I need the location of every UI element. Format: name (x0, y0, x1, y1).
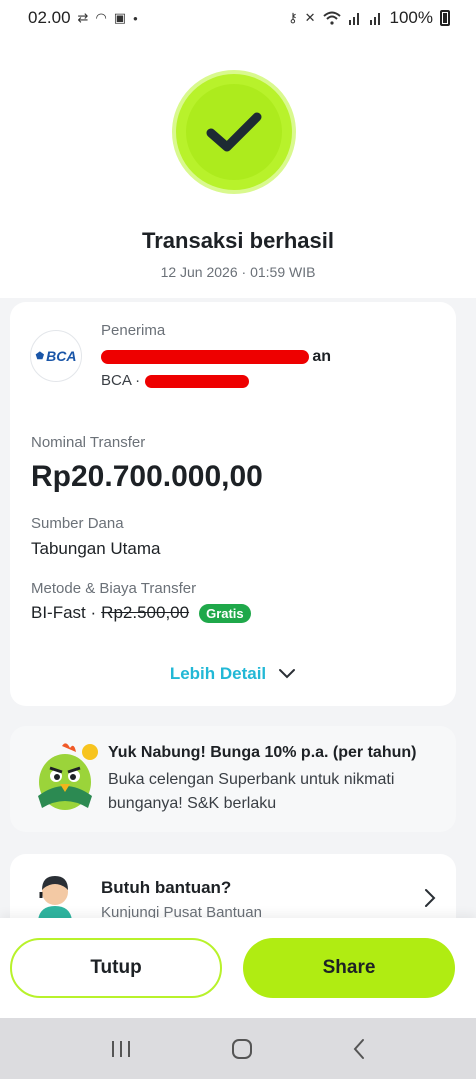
redaction-mark (101, 350, 309, 364)
promo-card[interactable]: Yuk Nabung! Bunga 10% p.a. (per tahun) B… (10, 726, 456, 832)
nominal-label: Nominal Transfer (31, 434, 146, 451)
promo-body: Buka celengan Superbank untuk nikmati bu… (108, 771, 395, 812)
battery-percent: 100% (389, 8, 433, 27)
back-icon[interactable] (352, 1038, 366, 1060)
support-agent-icon (38, 876, 72, 920)
fee-original: Rp2.500,00 (101, 603, 190, 622)
key-icon: ⚷ (288, 10, 298, 25)
status-time: 02.00 (28, 8, 71, 27)
help-title: Butuh bantuan? (101, 878, 232, 897)
mute-icon: ✕ (304, 10, 316, 25)
redaction-mark (145, 375, 249, 388)
more-detail-button[interactable]: Lebih Detail (10, 664, 456, 684)
method-value: BI-Fast · Rp2.500,00 Gratis (31, 603, 251, 623)
dot-icon: • (133, 10, 138, 26)
method-name: BI-Fast · (31, 603, 97, 622)
source-label: Sumber Dana (31, 515, 124, 532)
recipient-label: Penerima (101, 322, 166, 339)
close-button[interactable]: Tutup (10, 938, 222, 998)
recent-apps-icon[interactable] (110, 1039, 132, 1059)
status-bar: 02.00 ⇄ ◠ ▣ • ⚷ ✕ 100% (0, 0, 476, 36)
recipient-name: an (101, 348, 331, 368)
share-button[interactable]: Share (243, 938, 455, 998)
transaction-card: ⬟ BCA Penerima an BCA · Nominal Transfer… (10, 302, 456, 706)
page-title: Transaksi berhasil (142, 228, 334, 253)
success-badge-inner (186, 84, 282, 180)
success-badge (172, 70, 296, 194)
status-right: ⚷ ✕ 100% (288, 8, 450, 28)
recipient-account: BCA · (101, 372, 249, 389)
bird-mascot-icon (38, 743, 98, 810)
recipient-bank-prefix: BCA · (101, 372, 141, 389)
chevron-down-icon (279, 669, 296, 679)
status-left: 02.00 ⇄ ◠ ▣ • (28, 8, 138, 28)
bca-logo-icon: ⬟ (35, 350, 45, 362)
checkmark-icon (206, 112, 262, 152)
sync-icon: ⇄ (77, 10, 89, 25)
system-nav-bar (0, 1018, 476, 1079)
fee-free-badge: Gratis (199, 603, 251, 623)
bank-logo: ⬟ BCA (30, 330, 82, 382)
action-bar: Tutup Share (0, 918, 476, 1018)
more-detail-label: Lebih Detail (169, 664, 267, 683)
nominal-value: Rp20.700.000,00 (31, 460, 263, 493)
bri-app-icon: ▣ (113, 10, 127, 25)
signal-icon (369, 13, 380, 25)
recipient-name-tail: an (312, 348, 331, 365)
bank-logo-text: BCA (46, 348, 77, 364)
signal-icon (348, 13, 359, 25)
chevron-right-icon (425, 889, 436, 907)
transaction-datetime: 12 Jun 2026 · 01:59 WIB (160, 264, 316, 280)
battery-icon (440, 10, 450, 26)
home-icon[interactable] (231, 1038, 253, 1060)
source-value: Tabungan Utama (31, 539, 161, 558)
promo-title: Yuk Nabung! Bunga 10% p.a. (per tahun) (108, 744, 417, 761)
method-label: Metode & Biaya Transfer (31, 580, 197, 597)
headset-icon: ◠ (95, 10, 107, 25)
wifi-icon (322, 11, 341, 25)
result-header: Transaksi berhasil 12 Jun 2026 · 01:59 W… (0, 36, 476, 298)
